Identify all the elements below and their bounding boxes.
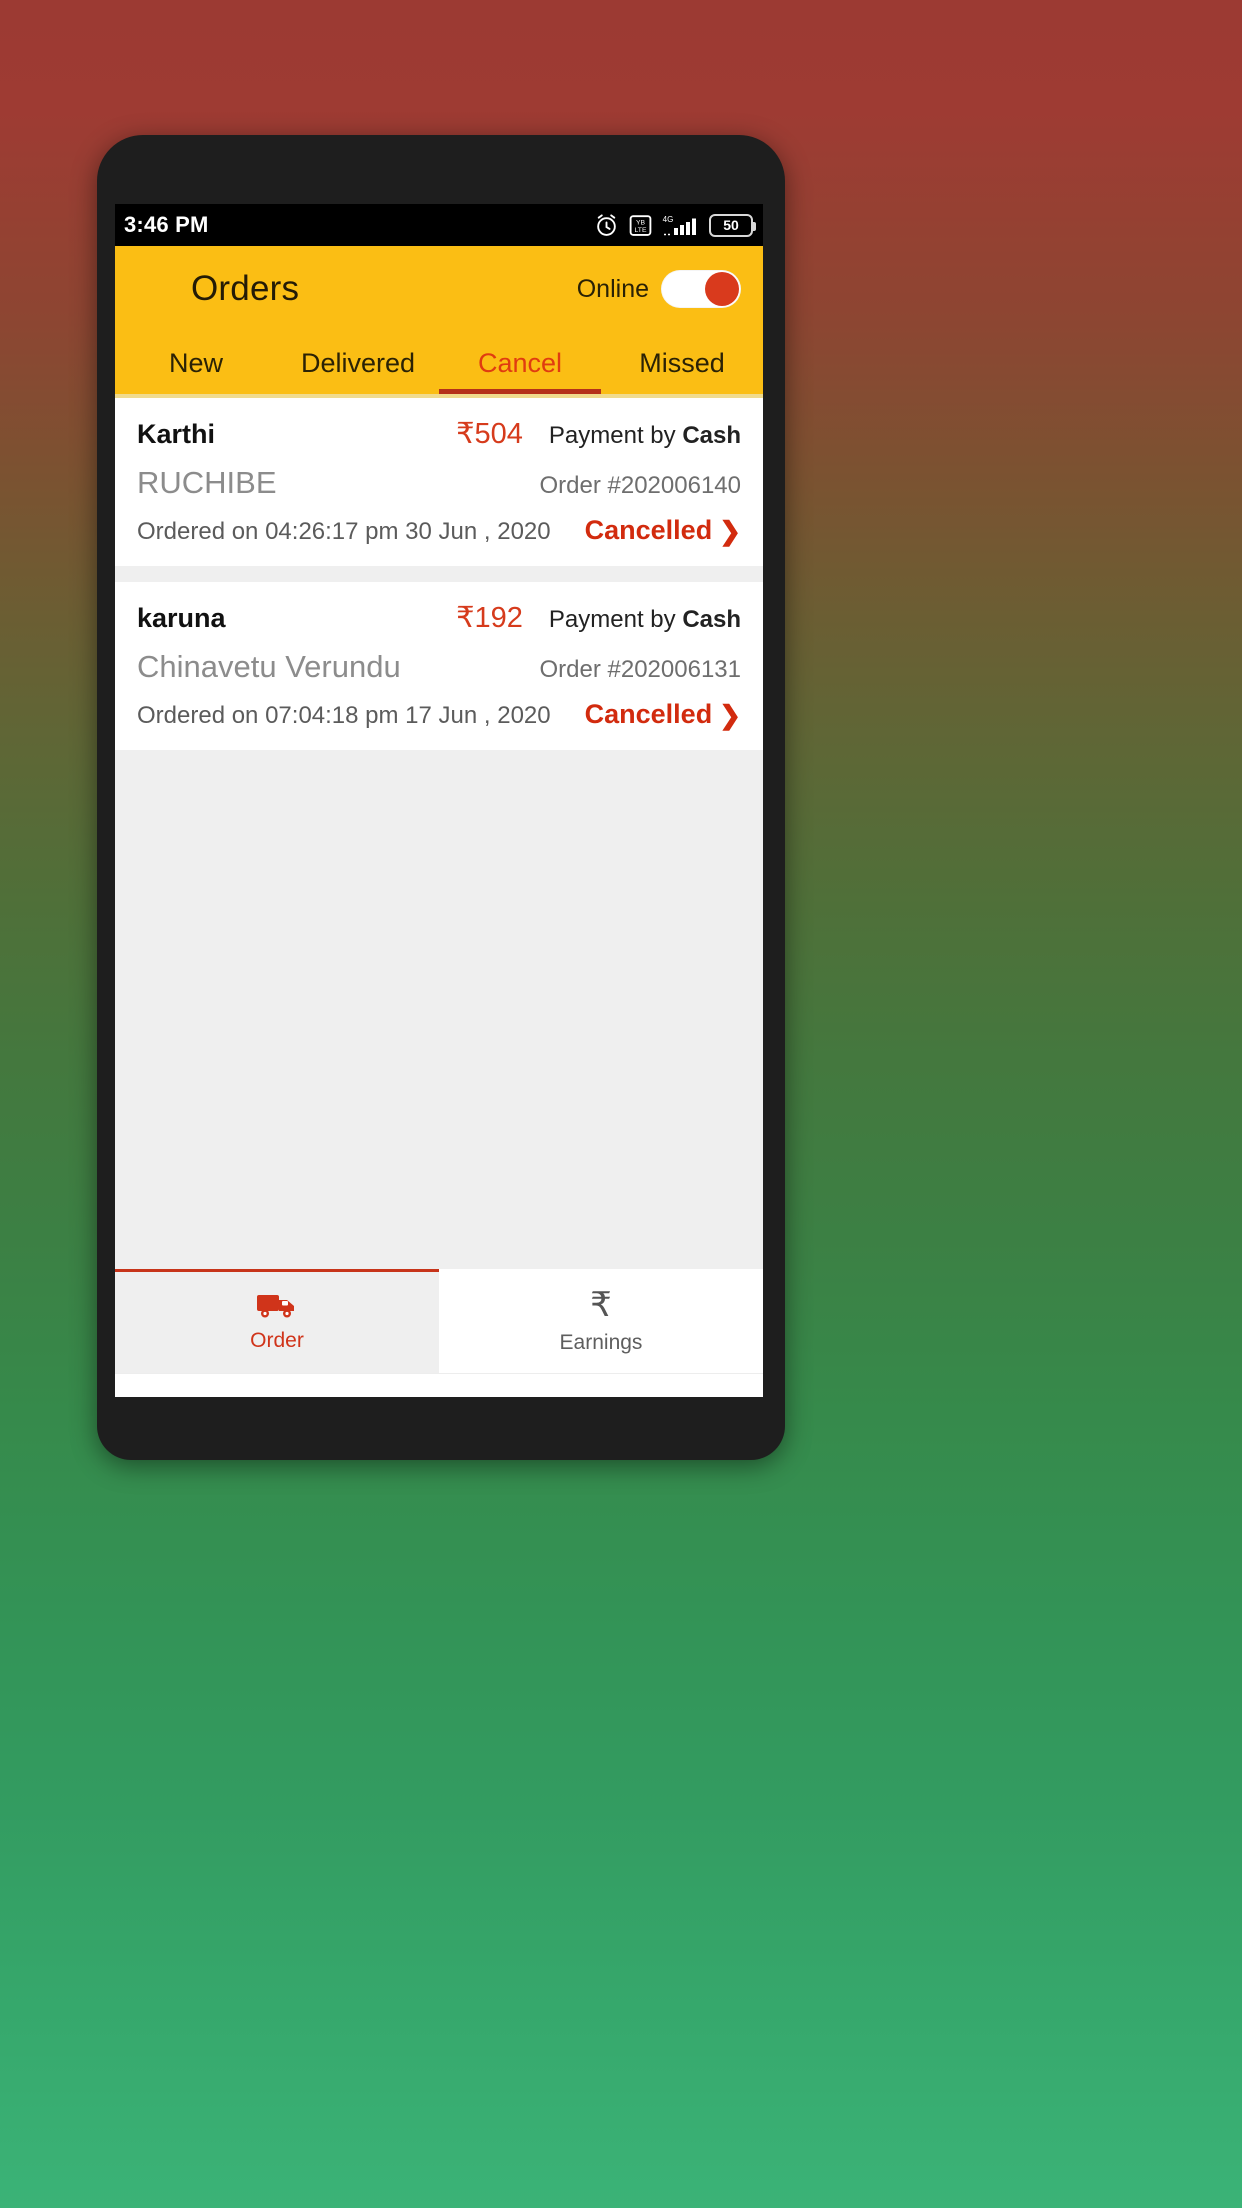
- payment-mode: Payment by Cash: [549, 606, 741, 634]
- payment-mode: Payment by Cash: [549, 422, 741, 450]
- bottom-navigation[interactable]: Order ₹ Earnings: [115, 1269, 763, 1373]
- card-separator: [115, 566, 763, 582]
- status-badge: Cancelled: [584, 699, 713, 729]
- payment-prefix: Payment by: [548, 422, 683, 449]
- phone-screen: 3:46 PM YB LTE 4G 50 Orders Online New D…: [115, 204, 763, 1397]
- svg-text:YB: YB: [636, 219, 646, 226]
- app-bar: Orders Online: [115, 246, 763, 332]
- chevron-right-icon: ❯: [719, 699, 741, 730]
- rupee-icon: ₹: [590, 1285, 612, 1324]
- order-amount: ₹504: [456, 418, 523, 450]
- order-status-link[interactable]: Cancelled ❯: [585, 699, 741, 730]
- payment-method: Cash: [682, 606, 741, 633]
- alarm-icon: [597, 213, 616, 236]
- order-row-shop: Chinavetu Verundu Order #202006131: [137, 649, 741, 685]
- truck-icon: [257, 1294, 294, 1317]
- svg-text:4G: 4G: [663, 215, 674, 224]
- order-row-shop: RUCHIBE Order #202006140: [137, 465, 741, 501]
- order-card[interactable]: karuna ₹192 Payment by Cash Chinavetu Ve…: [115, 582, 763, 750]
- page-title: Orders: [191, 269, 300, 308]
- online-status-control[interactable]: Online: [577, 270, 741, 308]
- payment-prefix: Payment by: [548, 606, 683, 633]
- battery-indicator: 50: [709, 213, 756, 237]
- status-badge: Cancelled: [584, 515, 713, 545]
- signal-4g-icon: 4G: [663, 215, 696, 235]
- status-bar: 3:46 PM YB LTE 4G 50: [115, 204, 763, 246]
- order-row-primary: karuna ₹192 Payment by Cash: [137, 600, 741, 635]
- order-status-link[interactable]: Cancelled ❯: [585, 515, 741, 546]
- order-id: Order #202006140: [539, 472, 742, 499]
- bottom-nav-item-order[interactable]: Order: [115, 1269, 439, 1373]
- order-id: Order #202006131: [539, 656, 742, 683]
- shop-name: RUCHIBE: [137, 465, 277, 500]
- order-row-meta: Ordered on 07:04:18 pm 17 Jun , 2020 Can…: [137, 699, 741, 730]
- order-row-meta: Ordered on 04:26:17 pm 30 Jun , 2020 Can…: [137, 515, 741, 546]
- svg-text:LTE: LTE: [635, 226, 647, 233]
- tab-cancel[interactable]: Cancel: [439, 332, 601, 394]
- tab-missed-label: Missed: [639, 347, 725, 378]
- bottom-nav-earnings-label: Earnings: [559, 1330, 643, 1354]
- phone-frame: 3:46 PM YB LTE 4G 50 Orders Online New D…: [97, 135, 785, 1460]
- android-navigation-bar[interactable]: [115, 1373, 763, 1397]
- online-toggle-switch[interactable]: [661, 270, 741, 308]
- tab-cancel-label: Cancel: [477, 347, 563, 378]
- customer-name: karuna: [137, 603, 226, 633]
- tab-delivered-label: Delivered: [300, 347, 416, 378]
- status-icon-group: YB LTE 4G 50: [594, 213, 756, 238]
- order-tabs[interactable]: New Delivered Cancel Missed: [115, 332, 763, 394]
- tab-missed[interactable]: Missed: [601, 332, 763, 394]
- online-label: Online: [576, 274, 649, 303]
- bottom-nav-order-label: Order: [250, 1328, 304, 1352]
- customer-name: Karthi: [137, 419, 216, 449]
- toggle-knob: [705, 272, 739, 306]
- bottom-nav-item-earnings[interactable]: ₹ Earnings: [439, 1269, 763, 1373]
- tab-delivered[interactable]: Delivered: [277, 332, 439, 394]
- status-time: 3:46 PM: [124, 212, 209, 237]
- order-row-primary: Karthi ₹504 Payment by Cash: [137, 416, 741, 451]
- ordered-on-text: Ordered on 04:26:17 pm 30 Jun , 2020: [137, 518, 551, 545]
- battery-level: 50: [723, 217, 739, 233]
- order-card[interactable]: Karthi ₹504 Payment by Cash RUCHIBE Orde…: [115, 398, 763, 566]
- tab-new-label: New: [168, 347, 223, 378]
- payment-method: Cash: [682, 422, 741, 449]
- chevron-right-icon: ❯: [719, 515, 741, 546]
- ordered-on-text: Ordered on 07:04:18 pm 17 Jun , 2020: [137, 702, 551, 729]
- orders-list: Karthi ₹504 Payment by Cash RUCHIBE Orde…: [115, 394, 763, 1269]
- tab-new[interactable]: New: [115, 332, 277, 394]
- app-notification-icon: YB LTE: [629, 214, 652, 236]
- order-amount: ₹192: [456, 602, 523, 634]
- shop-name: Chinavetu Verundu: [137, 649, 401, 684]
